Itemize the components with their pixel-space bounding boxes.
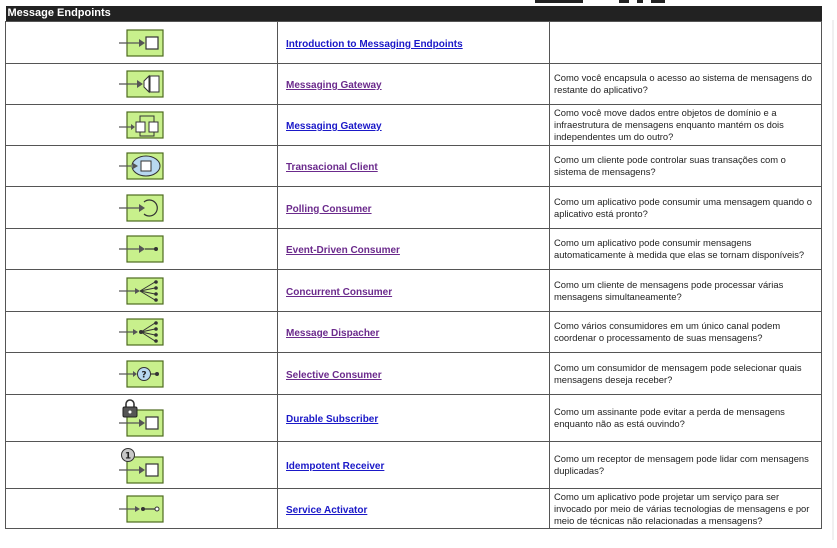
idempotent-receiver-icon[interactable]: 1 (117, 445, 167, 485)
description-cell: Como um cliente pode controlar suas tran… (549, 145, 822, 187)
table-row: 1 Idempotent Receiver Como um receptor d… (5, 441, 822, 489)
table-row: Messaging Gateway Como você encapsula o … (5, 63, 822, 105)
pattern-link-introduction[interactable]: Introduction to Messaging Endpoints (286, 39, 463, 50)
icon-cell (5, 269, 278, 312)
name-cell: Polling Consumer (277, 186, 550, 229)
table-row: Introduction to Messaging Endpoints (5, 21, 822, 64)
table-row: ? Selective Consumer Como um consumidor … (5, 352, 822, 395)
description-cell: Como você encapsula o acesso ao sistema … (549, 63, 822, 105)
name-cell: Messaging Gateway (277, 104, 550, 146)
pattern-link-event-driven-consumer[interactable]: Event-Driven Consumer (286, 245, 400, 256)
messaging-gateway-icon[interactable] (117, 69, 167, 99)
table-row: Service Activator Como um aplicativo pod… (5, 488, 822, 529)
name-cell: Idempotent Receiver (277, 441, 550, 489)
durable-subscriber-icon[interactable] (117, 398, 167, 438)
svg-text:1: 1 (124, 452, 130, 462)
icon-cell (5, 145, 278, 187)
name-cell: Message Dispacher (277, 311, 550, 353)
description-cell: Como um cliente de mensagens pode proces… (549, 269, 822, 312)
table-header: Message Endpoints (5, 6, 822, 22)
scroll-edge (832, 20, 834, 540)
name-cell: Messaging Gateway (277, 63, 550, 105)
table-row: Concurrent Consumer Como um cliente de m… (5, 269, 822, 312)
icon-cell: ? (5, 352, 278, 395)
pattern-link-messaging-mapper[interactable]: Messaging Gateway (286, 121, 382, 132)
pattern-link-idempotent-receiver[interactable]: Idempotent Receiver (286, 461, 384, 472)
name-cell: Introduction to Messaging Endpoints (277, 21, 550, 64)
name-cell: Selective Consumer (277, 352, 550, 395)
description-cell: Como um aplicativo pode consumir uma men… (549, 186, 822, 229)
description-cell: Como um assinante pode evitar a perda de… (549, 394, 822, 442)
pattern-link-messaging-gateway[interactable]: Messaging Gateway (286, 80, 382, 91)
table-row: Message Dispacher Como vários consumidor… (5, 311, 822, 353)
message-endpoints-table: Message Endpoints Introduction to Messag… (5, 6, 822, 529)
description-cell: Como um aplicativo pode consumir mensage… (549, 228, 822, 270)
description-cell (549, 21, 822, 64)
icon-cell (5, 394, 278, 442)
polling-consumer-icon[interactable] (117, 193, 167, 223)
service-activator-icon[interactable] (117, 494, 167, 524)
message-dispatcher-icon[interactable] (117, 317, 167, 347)
pattern-link-durable-subscriber[interactable]: Durable Subscriber (286, 414, 378, 425)
icon-cell (5, 186, 278, 229)
selective-consumer-icon[interactable]: ? (117, 359, 167, 389)
event-driven-consumer-icon[interactable] (117, 234, 167, 264)
name-cell: Event-Driven Consumer (277, 228, 550, 270)
name-cell: Durable Subscriber (277, 394, 550, 442)
transactional-client-icon[interactable] (117, 151, 167, 181)
pattern-link-polling-consumer[interactable]: Polling Consumer (286, 204, 372, 215)
messaging-mapper-icon[interactable] (117, 110, 167, 140)
concurrent-consumer-icon[interactable] (117, 276, 167, 306)
icon-cell (5, 488, 278, 529)
name-cell: Transacional Client (277, 145, 550, 187)
pattern-link-service-activator[interactable]: Service Activator (286, 505, 367, 516)
description-cell: Como vários consumidores em um único can… (549, 311, 822, 353)
table-row: Messaging Gateway Como você move dados e… (5, 104, 822, 146)
pattern-link-message-dispatcher[interactable]: Message Dispacher (286, 328, 379, 339)
description-cell: Como um receptor de mensagem pode lidar … (549, 441, 822, 489)
icon-cell (5, 228, 278, 270)
icon-cell (5, 21, 278, 64)
icon-cell (5, 311, 278, 353)
messaging-endpoint-icon[interactable] (117, 28, 167, 58)
table-row: Transacional Client Como um cliente pode… (5, 145, 822, 187)
icon-cell (5, 104, 278, 146)
pattern-link-transactional-client[interactable]: Transacional Client (286, 162, 378, 173)
description-cell: Como um consumidor de mensagem pode sele… (549, 352, 822, 395)
icon-cell: 1 (5, 441, 278, 489)
name-cell: Service Activator (277, 488, 550, 529)
pattern-link-concurrent-consumer[interactable]: Concurrent Consumer (286, 287, 392, 298)
name-cell: Concurrent Consumer (277, 269, 550, 312)
icon-cell (5, 63, 278, 105)
table-row: Durable Subscriber Como um assinante pod… (5, 394, 822, 442)
svg-text:?: ? (141, 370, 146, 380)
table-row: Event-Driven Consumer Como um aplicativo… (5, 228, 822, 270)
table-row: Polling Consumer Como um aplicativo pode… (5, 186, 822, 229)
description-cell: Como um aplicativo pode projetar um serv… (549, 488, 822, 529)
description-cell: Como você move dados entre objetos de do… (549, 104, 822, 146)
pattern-link-selective-consumer[interactable]: Selective Consumer (286, 370, 382, 381)
